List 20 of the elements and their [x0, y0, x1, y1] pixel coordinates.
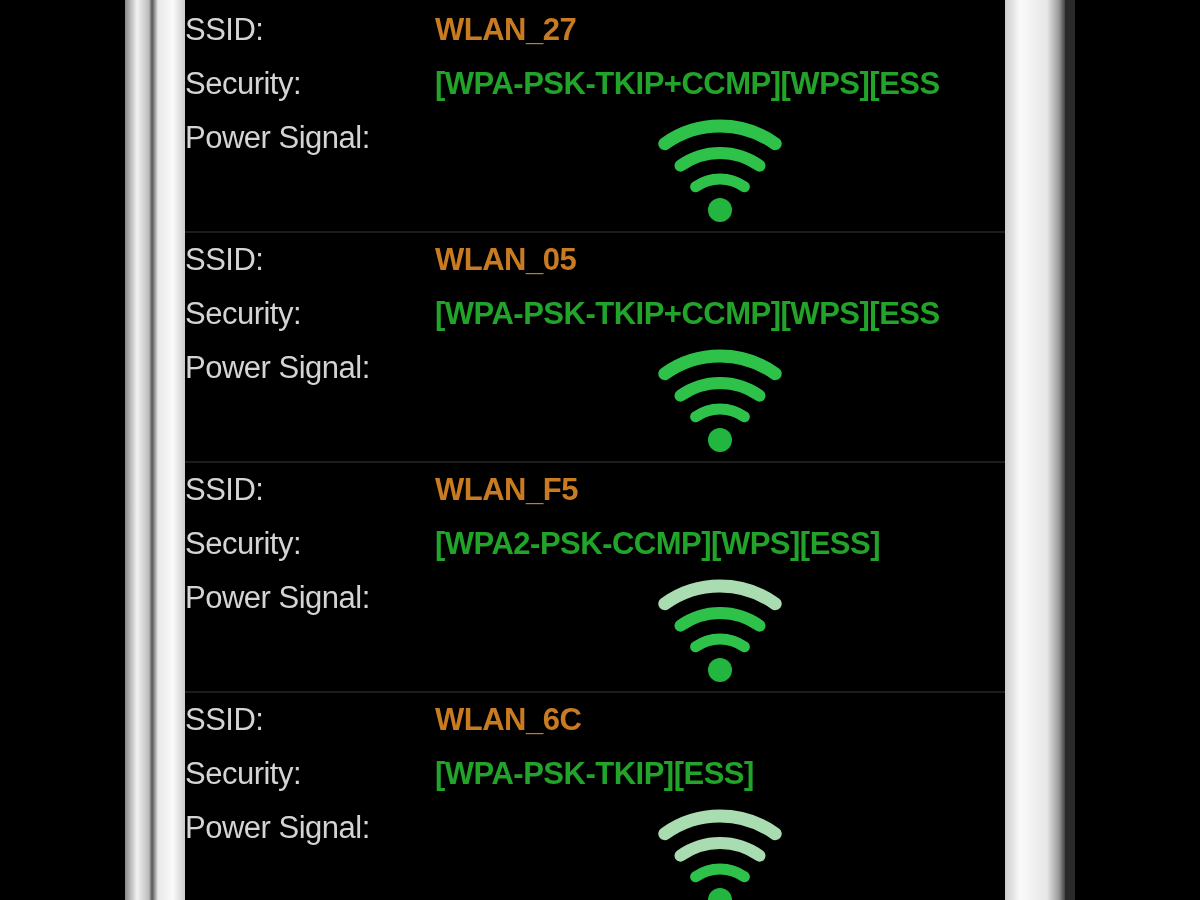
security-value: [WPA-PSK-TKIP][ESS]	[435, 755, 755, 793]
field-label: Power Signal:	[185, 119, 371, 157]
field-label: Security:	[185, 755, 303, 793]
field-label: SSID:	[185, 11, 265, 49]
field-label: Power Signal:	[185, 809, 371, 847]
field-label: SSID:	[185, 701, 265, 739]
field-label: SSID:	[185, 241, 265, 279]
field-label: Security:	[185, 525, 303, 563]
field-label: Power Signal:	[185, 579, 371, 617]
field-label: Power Signal:	[185, 349, 371, 387]
security-value: [WPA-PSK-TKIP+CCMP][WPS][ESS	[435, 295, 941, 333]
field-label: Security:	[185, 295, 303, 333]
security-value: [WPA-PSK-TKIP+CCMP][WPS][ESS	[435, 65, 941, 103]
ssid-value: WLAN_05	[435, 241, 578, 279]
security-value: [WPA2-PSK-CCMP][WPS][ESS]	[435, 525, 881, 563]
field-label: SSID:	[185, 471, 265, 509]
ssid-value: WLAN_27	[435, 11, 578, 49]
field-label: Security:	[185, 65, 303, 103]
ssid-value: WLAN_6C	[435, 701, 583, 739]
ssid-value: WLAN_F5	[435, 471, 579, 509]
